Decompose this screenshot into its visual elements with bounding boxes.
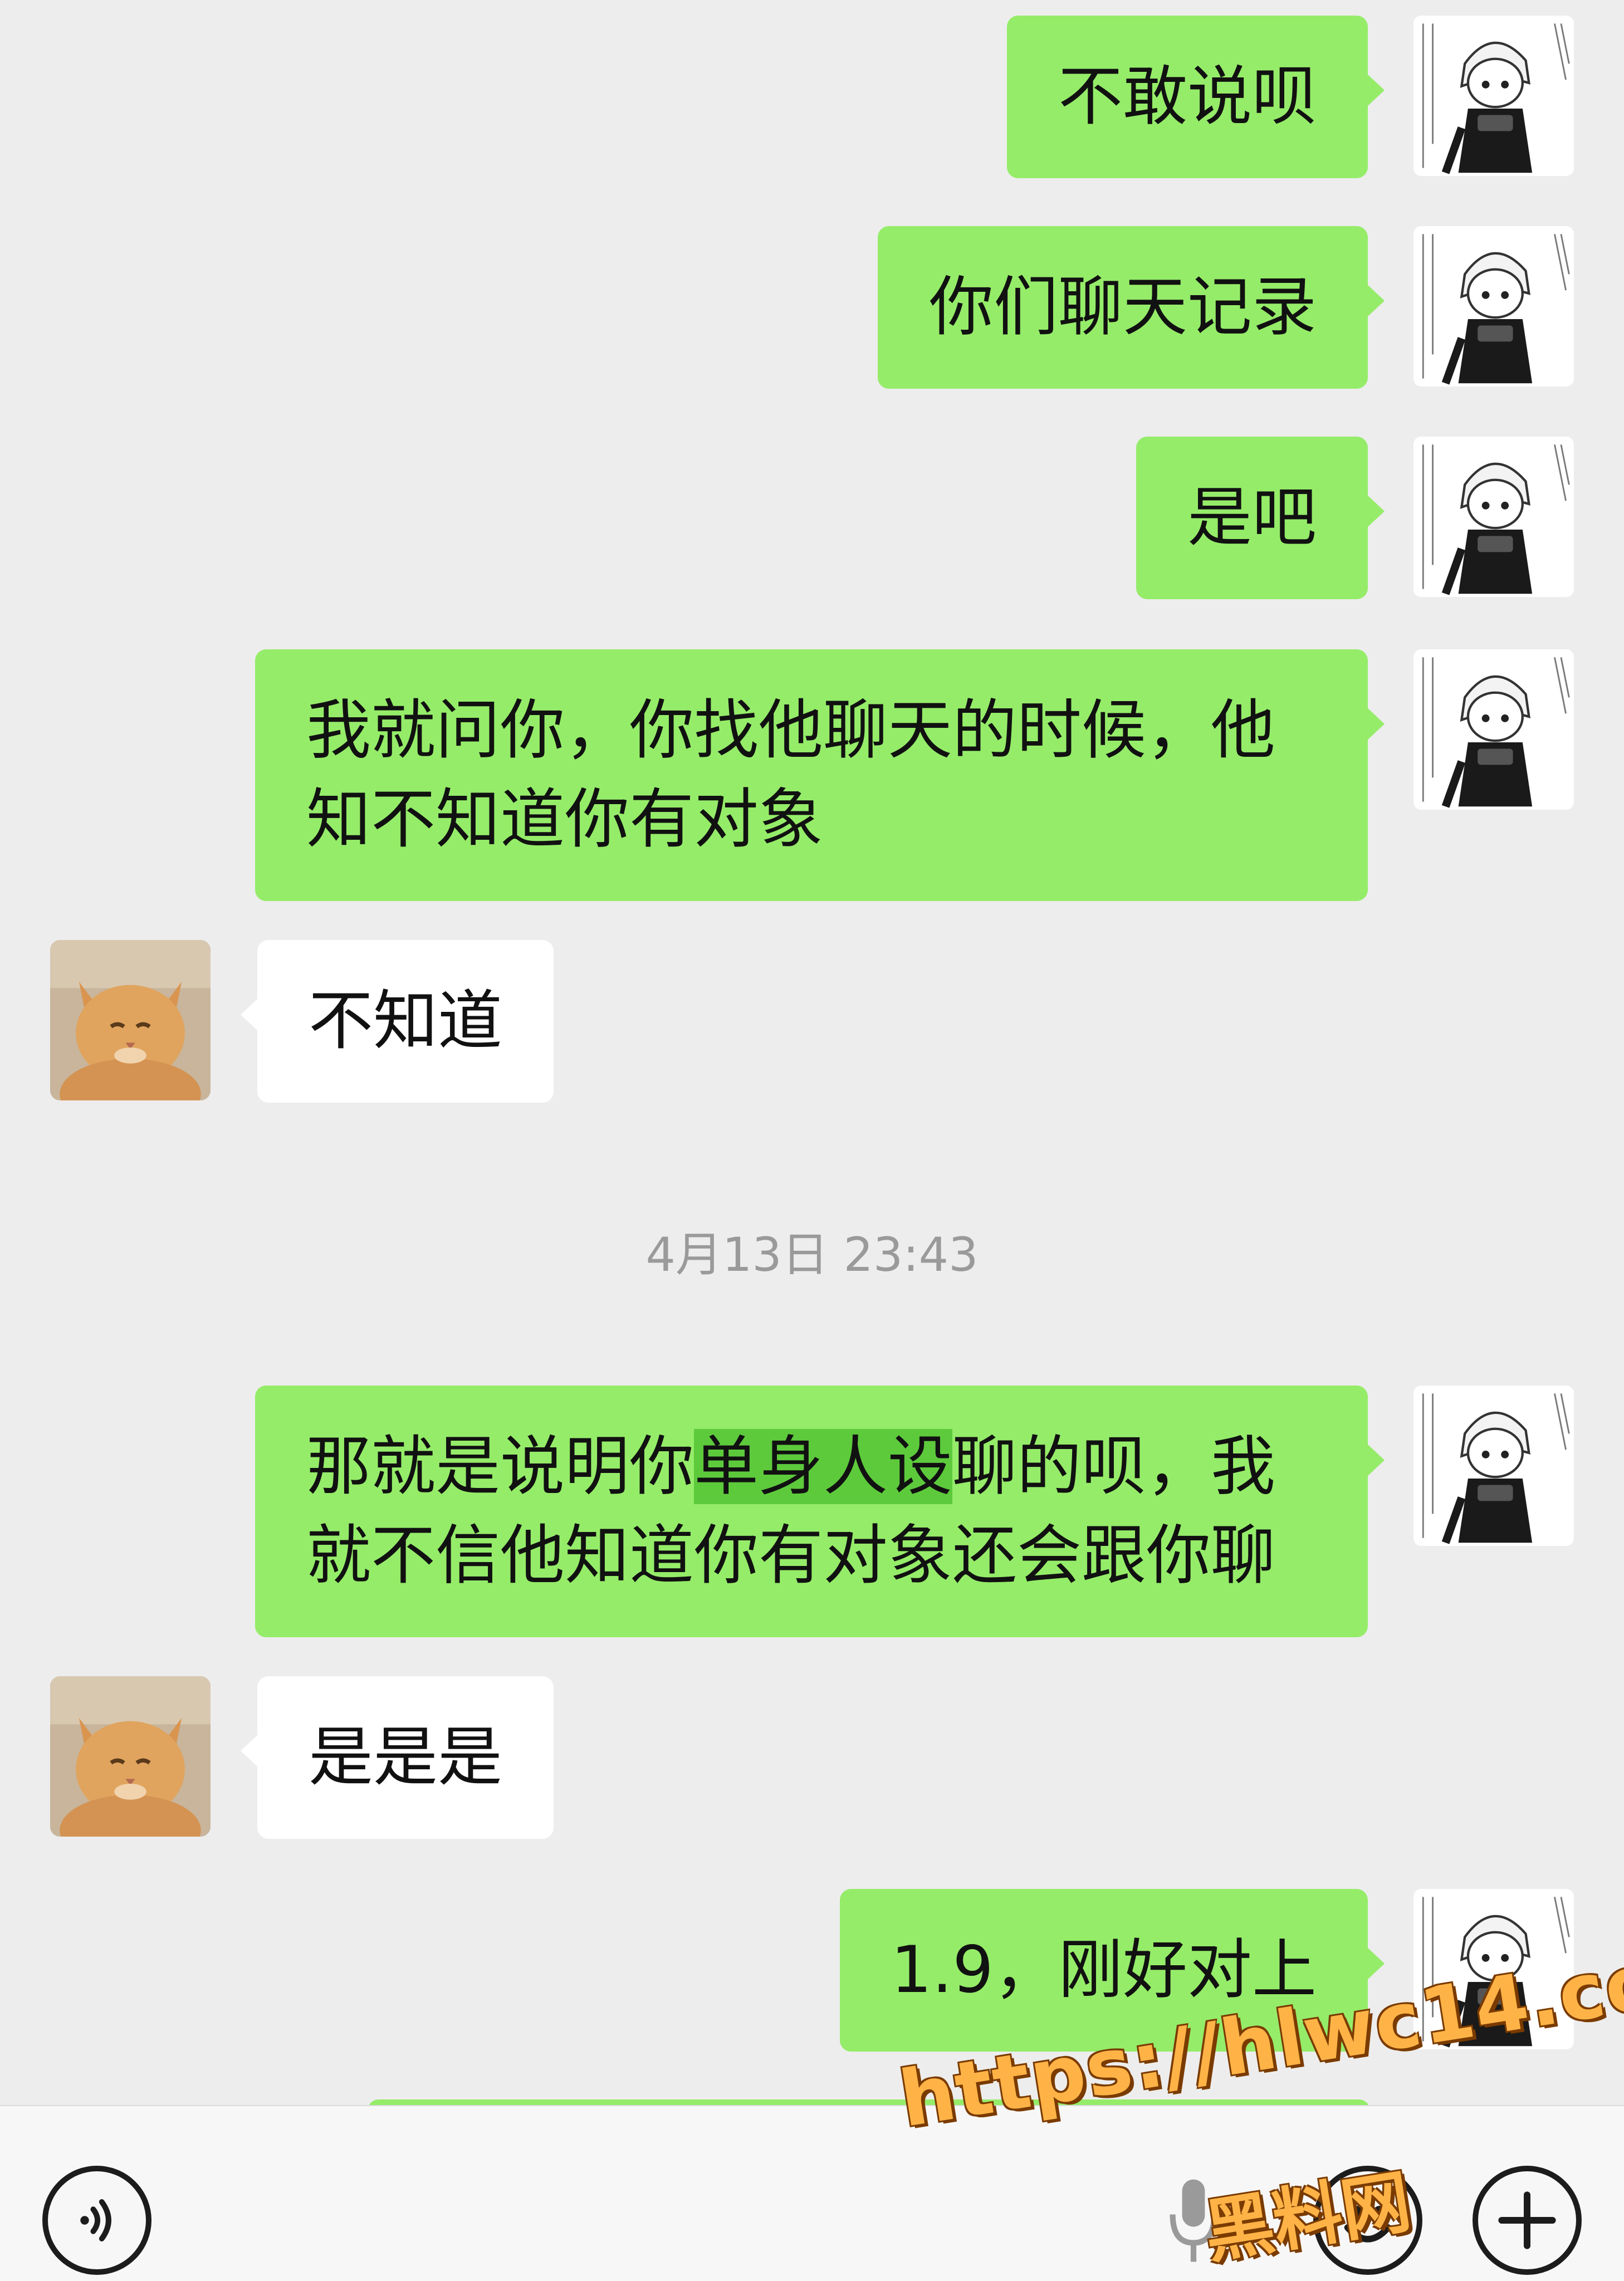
chat-history[interactable]: 不敢说呗 你们聊天记录 是吧 我就问你，你找他聊天的时候，他 知不知道你有对象 … — [0, 0, 1624, 2105]
anime-character-avatar-icon — [1413, 16, 1574, 176]
message-bubble-contact[interactable]: 是是是 — [241, 1676, 554, 1839]
selected-text-highlight[interactable]: 单身人设 — [694, 1429, 952, 1504]
my-avatar[interactable] — [1413, 1386, 1574, 1546]
message-text: 是是是 — [309, 1720, 502, 1795]
my-avatar[interactable] — [1413, 226, 1574, 386]
message-text-line: 我就问你，你找他聊天的时候，他 — [306, 693, 1275, 768]
cat-avatar-icon — [50, 940, 211, 1100]
message-bubble-contact[interactable]: 不知道 — [241, 940, 554, 1103]
anime-character-avatar-icon — [1413, 1386, 1574, 1546]
message-bubble-mine[interactable]: 不敢说呗 — [1007, 16, 1385, 178]
message-bubble-mine[interactable]: 那就是说明你单身人设聊的呗，我 就不信他知道你有对象还会跟你聊 — [255, 1386, 1385, 1637]
anime-character-avatar-icon — [1413, 649, 1574, 810]
anime-character-avatar-icon — [1413, 226, 1574, 386]
text-segment: 那就是说明你 — [306, 1429, 694, 1504]
anime-character-avatar-icon — [1413, 437, 1574, 597]
message-bubble-mine[interactable]: 你们聊天记录 — [878, 226, 1385, 389]
message-bubble-mine[interactable]: 是吧 — [1136, 437, 1385, 599]
message-text: 是吧 — [1187, 480, 1317, 555]
voice-icon — [80, 2199, 111, 2241]
more-functions-button[interactable] — [1473, 2166, 1582, 2275]
message-text-line: 那就是说明你单身人设聊的呗，我 — [306, 1422, 1317, 1511]
message-text: 不知道 — [309, 983, 502, 1059]
my-avatar[interactable] — [1413, 649, 1574, 810]
message-bubble-mine[interactable]: 我就问你，你找他聊天的时候，他 知不知道你有对象 — [255, 649, 1385, 901]
message-text-line: 就不信他知道你有对象还会跟你聊 — [306, 1518, 1275, 1593]
message-timestamp: 4月13日 23:43 — [645, 1227, 979, 1282]
text-segment: 聊的呗，我 — [952, 1429, 1275, 1504]
my-avatar[interactable] — [1413, 16, 1574, 176]
cat-avatar-icon — [50, 1676, 211, 1837]
my-avatar[interactable] — [1413, 437, 1574, 597]
message-bubble-partial — [368, 2099, 1370, 2105]
message-text: 你们聊天记录 — [929, 270, 1317, 345]
message-text: 不敢说呗 — [1058, 59, 1317, 134]
plus-icon — [1498, 2191, 1556, 2249]
message-text-line: 知不知道你有对象 — [306, 782, 823, 857]
contact-avatar[interactable] — [50, 940, 211, 1100]
contact-avatar[interactable] — [50, 1676, 211, 1837]
voice-input-button[interactable] — [42, 2166, 151, 2275]
